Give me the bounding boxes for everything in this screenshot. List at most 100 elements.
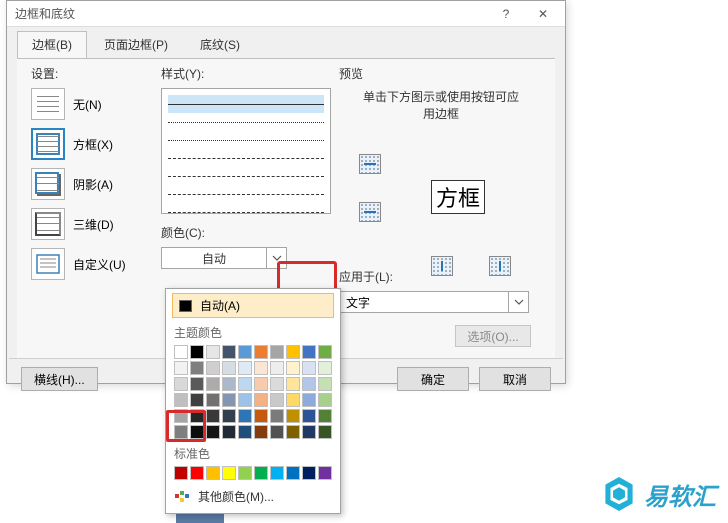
standard-color-swatch[interactable] bbox=[270, 466, 284, 480]
chevron-down-icon[interactable] bbox=[508, 292, 528, 312]
theme-color-swatch[interactable] bbox=[238, 425, 252, 439]
apply-to-dropdown[interactable]: 文字 bbox=[339, 291, 529, 313]
logo-icon bbox=[602, 475, 636, 513]
theme-color-swatch[interactable] bbox=[190, 345, 204, 359]
theme-color-swatch[interactable] bbox=[174, 345, 188, 359]
theme-color-swatch[interactable] bbox=[286, 377, 300, 391]
options-button: 选项(O)... bbox=[455, 325, 531, 347]
setting-shadow[interactable]: 阴影(A) bbox=[31, 168, 153, 200]
theme-color-swatch[interactable] bbox=[318, 361, 332, 375]
theme-color-swatch[interactable] bbox=[190, 425, 204, 439]
theme-color-swatch[interactable] bbox=[286, 345, 300, 359]
theme-color-swatch[interactable] bbox=[254, 361, 268, 375]
tab-border[interactable]: 边框(B) bbox=[17, 31, 87, 58]
standard-color-swatch[interactable] bbox=[206, 466, 220, 480]
theme-color-swatch[interactable] bbox=[206, 377, 220, 391]
horizontal-line-button[interactable]: 横线(H)... bbox=[21, 367, 98, 391]
theme-color-swatch[interactable] bbox=[254, 425, 268, 439]
theme-color-swatch[interactable] bbox=[206, 361, 220, 375]
theme-color-swatch[interactable] bbox=[174, 409, 188, 423]
standard-color-grid bbox=[166, 466, 340, 484]
setting-none[interactable]: 无(N) bbox=[31, 88, 153, 120]
theme-color-swatch[interactable] bbox=[286, 409, 300, 423]
standard-color-swatch[interactable] bbox=[254, 466, 268, 480]
theme-color-swatch[interactable] bbox=[190, 377, 204, 391]
theme-color-swatch[interactable] bbox=[206, 345, 220, 359]
theme-color-swatch[interactable] bbox=[270, 377, 284, 391]
tab-shading[interactable]: 底纹(S) bbox=[185, 31, 255, 58]
help-button[interactable]: ? bbox=[489, 2, 523, 26]
theme-color-swatch[interactable] bbox=[318, 345, 332, 359]
standard-color-swatch[interactable] bbox=[238, 466, 252, 480]
border-right-toggle[interactable] bbox=[489, 256, 511, 276]
close-button[interactable]: ✕ bbox=[523, 2, 563, 26]
theme-color-swatch[interactable] bbox=[318, 425, 332, 439]
theme-color-swatch[interactable] bbox=[238, 361, 252, 375]
setting-custom[interactable]: 自定义(U) bbox=[31, 248, 153, 280]
theme-color-swatch[interactable] bbox=[238, 345, 252, 359]
ok-button[interactable]: 确定 bbox=[397, 367, 469, 391]
theme-color-swatch[interactable] bbox=[318, 393, 332, 407]
theme-color-swatch[interactable] bbox=[174, 361, 188, 375]
standard-color-swatch[interactable] bbox=[190, 466, 204, 480]
theme-color-swatch[interactable] bbox=[222, 409, 236, 423]
theme-color-swatch[interactable] bbox=[270, 393, 284, 407]
theme-color-swatch[interactable] bbox=[238, 393, 252, 407]
theme-color-swatch[interactable] bbox=[206, 393, 220, 407]
standard-color-swatch[interactable] bbox=[286, 466, 300, 480]
theme-color-swatch[interactable] bbox=[222, 393, 236, 407]
theme-color-swatch[interactable] bbox=[222, 345, 236, 359]
theme-color-swatch[interactable] bbox=[222, 377, 236, 391]
style-listbox[interactable] bbox=[161, 88, 331, 214]
theme-color-swatch[interactable] bbox=[286, 425, 300, 439]
theme-color-swatch[interactable] bbox=[206, 409, 220, 423]
theme-color-swatch[interactable] bbox=[174, 393, 188, 407]
standard-color-swatch[interactable] bbox=[302, 466, 316, 480]
theme-color-swatch[interactable] bbox=[286, 393, 300, 407]
theme-color-swatch[interactable] bbox=[318, 377, 332, 391]
theme-color-swatch[interactable] bbox=[254, 393, 268, 407]
theme-color-swatch[interactable] bbox=[270, 425, 284, 439]
setting-label: 设置: bbox=[31, 65, 153, 82]
theme-color-swatch[interactable] bbox=[174, 377, 188, 391]
theme-color-swatch[interactable] bbox=[302, 345, 316, 359]
theme-color-swatch[interactable] bbox=[286, 361, 300, 375]
theme-color-swatch[interactable] bbox=[222, 361, 236, 375]
theme-color-swatch[interactable] bbox=[206, 425, 220, 439]
standard-color-swatch[interactable] bbox=[318, 466, 332, 480]
standard-color-swatch[interactable] bbox=[222, 466, 236, 480]
theme-color-swatch[interactable] bbox=[302, 377, 316, 391]
theme-color-swatch[interactable] bbox=[190, 409, 204, 423]
chevron-down-icon[interactable] bbox=[266, 248, 286, 268]
cancel-button[interactable]: 取消 bbox=[479, 367, 551, 391]
theme-color-swatch[interactable] bbox=[222, 425, 236, 439]
theme-color-swatch[interactable] bbox=[302, 409, 316, 423]
theme-color-swatch[interactable] bbox=[238, 409, 252, 423]
theme-color-swatch[interactable] bbox=[190, 393, 204, 407]
theme-color-swatch[interactable] bbox=[302, 393, 316, 407]
theme-color-swatch[interactable] bbox=[190, 361, 204, 375]
theme-color-swatch[interactable] bbox=[270, 409, 284, 423]
theme-color-swatch[interactable] bbox=[318, 409, 332, 423]
setting-shadow-icon bbox=[31, 168, 65, 200]
border-top-toggle[interactable] bbox=[359, 154, 381, 174]
theme-color-swatch[interactable] bbox=[238, 377, 252, 391]
theme-color-swatch[interactable] bbox=[254, 377, 268, 391]
border-left-toggle[interactable] bbox=[431, 256, 453, 276]
theme-color-swatch[interactable] bbox=[254, 409, 268, 423]
color-auto-option[interactable]: 自动(A) bbox=[172, 293, 334, 318]
border-bottom-toggle[interactable] bbox=[359, 202, 381, 222]
theme-color-swatch[interactable] bbox=[270, 361, 284, 375]
setting-box[interactable]: 方框(X) bbox=[31, 128, 153, 160]
setting-3d[interactable]: 三维(D) bbox=[31, 208, 153, 240]
theme-color-swatch[interactable] bbox=[302, 361, 316, 375]
theme-color-swatch[interactable] bbox=[254, 345, 268, 359]
more-colors-option[interactable]: 其他颜色(M)... bbox=[166, 484, 340, 509]
standard-color-swatch[interactable] bbox=[174, 466, 188, 480]
tab-page-border[interactable]: 页面边框(P) bbox=[89, 31, 183, 58]
theme-color-swatch[interactable] bbox=[302, 425, 316, 439]
color-dropdown[interactable]: 自动 bbox=[161, 247, 287, 269]
setting-none-icon bbox=[31, 88, 65, 120]
theme-color-swatch[interactable] bbox=[174, 425, 188, 439]
theme-color-swatch[interactable] bbox=[270, 345, 284, 359]
